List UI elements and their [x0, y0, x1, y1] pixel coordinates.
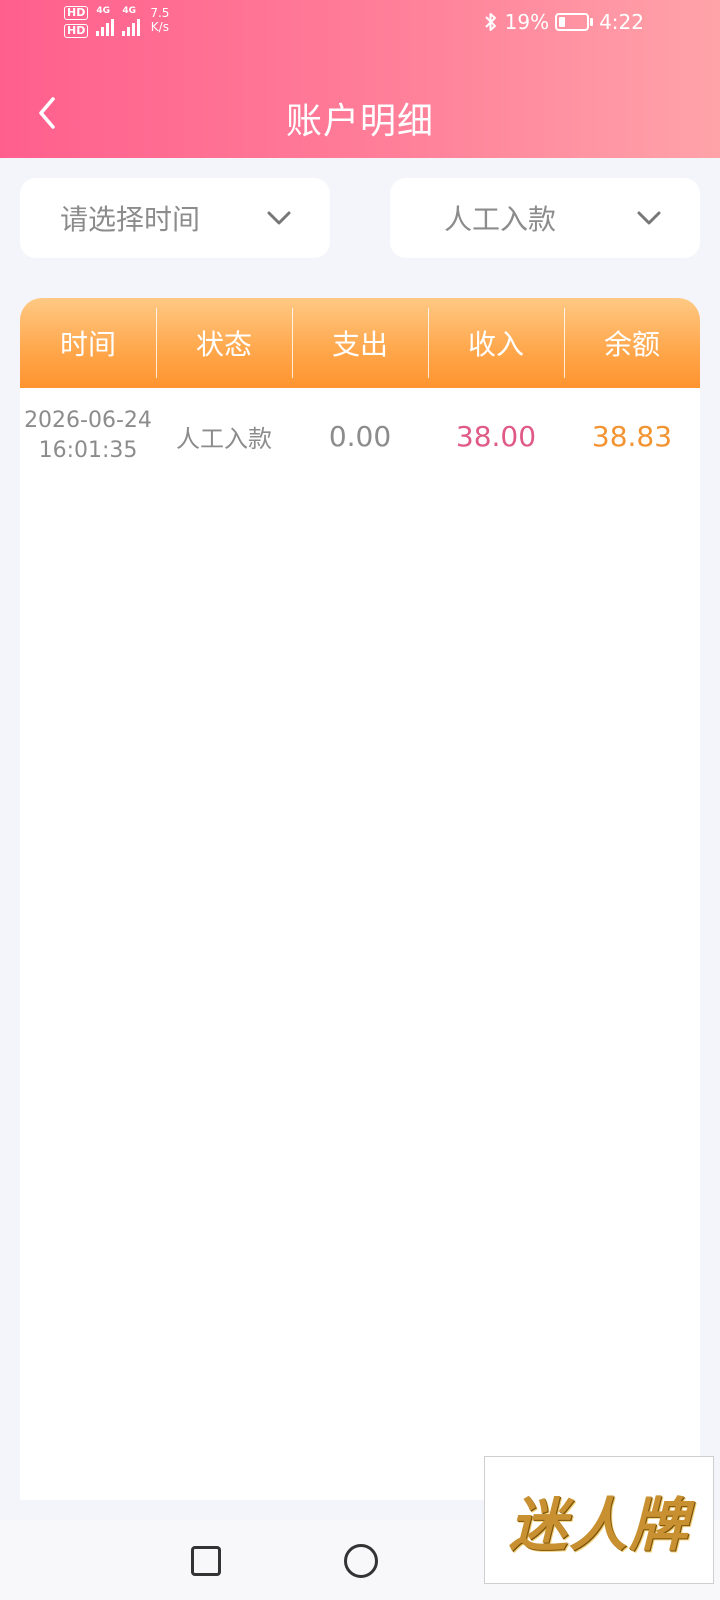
cell-balance: 38.83: [591, 419, 673, 453]
signal-bars-icon: [122, 18, 141, 36]
signal-sim-2: 4G: [122, 6, 141, 36]
watermark-logo: 迷人牌: [484, 1456, 714, 1584]
sim2-network-type: 4G: [122, 6, 136, 16]
page-title: 账户明细: [285, 101, 434, 142]
cell-time: 2026-06-24 16:01:35: [20, 388, 156, 484]
home-button[interactable]: [344, 1544, 378, 1578]
status-time: 4:22: [599, 10, 644, 34]
table-row: 2026-06-24 16:01:35 人工入款 0.00 38.00 38.8…: [20, 388, 700, 484]
status-right: 19% 4:22: [483, 10, 644, 34]
cell-time-text: 16:01:35: [38, 438, 138, 463]
chevron-down-icon: [637, 211, 661, 225]
chevron-down-icon: [267, 211, 291, 225]
time-filter-dropdown[interactable]: 请选择时间: [20, 178, 330, 258]
cell-expense: 0.00: [328, 419, 392, 453]
column-header-status: 状态: [156, 298, 292, 388]
signal-bars-icon: [96, 18, 115, 36]
column-header-balance: 余额: [564, 298, 700, 388]
type-filter-label: 人工入款: [444, 203, 557, 236]
transactions-table: 时间 状态 支出 收入 余额 2026-06-24 16:01:35 人工入款 …: [20, 298, 700, 1500]
watermark-text: 迷人牌: [508, 1491, 689, 1559]
cell-date-text: 2026-06-24: [24, 408, 152, 433]
column-header-income: 收入: [428, 298, 564, 388]
cell-status: 人工入款: [176, 424, 272, 453]
column-header-time: 时间: [59, 328, 116, 361]
status-bar: HD HD 4G 4G 7.5 K/s 19% 4:22: [0, 0, 720, 50]
column-header-expense: 支出: [292, 298, 428, 388]
network-speed: 7.5 K/s: [150, 6, 169, 34]
battery-percent: 19%: [504, 10, 550, 34]
battery-charging-icon: [555, 13, 594, 31]
cell-income: 38.00: [455, 419, 537, 453]
status-left: HD HD 4G 4G 7.5 K/s: [64, 6, 169, 46]
account-details-screen: HD HD 4G 4G 7.5 K/s 19% 4:22 账户明细 请选择时间 …: [0, 0, 720, 1600]
sim1-network-type: 4G: [96, 6, 110, 16]
time-filter-label: 请选择时间: [60, 203, 201, 236]
hd-badge-1: HD: [64, 6, 89, 20]
table-header: 时间 状态 支出 收入 余额: [20, 298, 700, 388]
hd-indicators: HD HD: [64, 6, 89, 38]
header: HD HD 4G 4G 7.5 K/s 19% 4:22 账户明细: [0, 0, 720, 158]
recent-apps-button[interactable]: [191, 1546, 221, 1576]
type-filter-dropdown[interactable]: 人工入款: [390, 178, 700, 258]
nav-bar: 账户明细: [0, 78, 720, 158]
network-speed-unit: K/s: [150, 20, 169, 34]
hd-badge-2: HD: [64, 24, 89, 38]
signal-sim-1: 4G: [96, 6, 115, 36]
network-speed-value: 7.5: [150, 6, 170, 20]
bluetooth-icon: [484, 13, 496, 31]
